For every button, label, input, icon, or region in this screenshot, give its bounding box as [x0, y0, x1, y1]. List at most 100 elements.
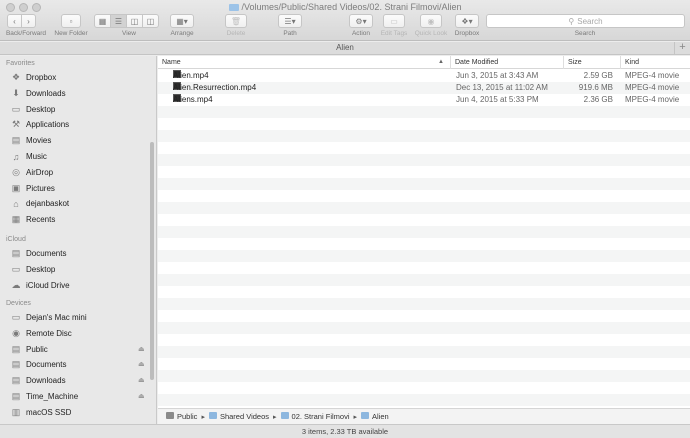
new-folder-icon: ▫	[69, 16, 73, 26]
quick-look-button[interactable]: ◉	[420, 14, 442, 28]
sidebar-item-favorites-1[interactable]: ⬇ Downloads	[11, 87, 65, 100]
file-date: Dec 13, 2015 at 11:02 AM	[456, 83, 548, 92]
row-stripe	[158, 226, 690, 238]
path-button[interactable]: ☰▾	[278, 14, 302, 28]
quick-look-label: Quick Look	[414, 30, 448, 37]
action-button[interactable]: ⚙▾	[349, 14, 373, 28]
file-size: 2.59 GB	[583, 71, 613, 80]
search-input[interactable]: ⚲ Search	[486, 14, 685, 28]
sidebar-item-devices-0[interactable]: ▭ Dejan's Mac mini	[11, 311, 87, 324]
path-separator-icon: ▸	[201, 413, 205, 421]
sidebar-item-label: Public	[26, 344, 48, 354]
sidebar-item-icloud-1[interactable]: ▭ Desktop	[11, 263, 56, 276]
path-label: Path	[283, 30, 297, 37]
recents-icon: ▦	[11, 214, 21, 225]
file-row[interactable]: Aliens.mp4 Jun 4, 2015 at 5:33 PM 2.36 GB M…	[158, 94, 690, 106]
dropbox-button[interactable]: ❖▾	[455, 14, 479, 28]
file-row[interactable]: Alien.Resurrection.mp4 Dec 13, 2015 at 11…	[158, 82, 690, 94]
tag-icon: ▭	[390, 16, 398, 26]
edit-tags-button[interactable]: ▭	[383, 14, 405, 28]
dropbox-label: Dropbox	[454, 30, 480, 37]
sidebar-item-label: Movies	[26, 136, 52, 146]
forward-button[interactable]: ›	[21, 14, 36, 28]
sidebar-item-favorites-2[interactable]: ▭ Desktop	[11, 103, 56, 116]
tab-alien[interactable]: Alien	[336, 43, 354, 52]
eject-icon[interactable]: ⏏	[138, 392, 145, 400]
sidebar-item-favorites-4[interactable]: ▤ Movies	[11, 134, 52, 147]
sidebar-item-label: Recents	[26, 215, 56, 225]
file-row[interactable]: Alien.mp4 Jun 3, 2015 at 3:43 AM 2.59 GB MP…	[158, 70, 690, 82]
sidebar-item-label: Pictures	[26, 183, 55, 193]
row-stripe	[158, 190, 690, 202]
sidebar-item-favorites-7[interactable]: ▣ Pictures	[11, 182, 55, 195]
row-stripe	[158, 262, 690, 274]
sidebar-scrollbar[interactable]	[150, 142, 154, 380]
sidebar-item-favorites-3[interactable]: ⚒ Applications	[11, 118, 69, 131]
row-stripe	[158, 334, 690, 346]
sidebar-item-devices-4[interactable]: ▤ Downloads	[11, 374, 66, 387]
sidebar-item-label: Dropbox	[26, 73, 57, 82]
row-stripe	[158, 274, 690, 286]
folder-icon	[228, 4, 239, 11]
column-size[interactable]: Size	[563, 56, 620, 69]
network-drive-icon: ▤	[11, 375, 21, 386]
column-kind[interactable]: Kind	[620, 56, 690, 69]
folder-icon	[280, 412, 289, 419]
back-forward-control: ‹ ›	[7, 14, 36, 28]
sidebar-item-icloud-2[interactable]: ☁ iCloud Drive	[11, 279, 70, 292]
back-button[interactable]: ‹	[7, 14, 22, 28]
column-name[interactable]: Name ▲	[158, 56, 450, 69]
path-segment[interactable]: Alien	[361, 412, 389, 421]
row-stripe	[158, 310, 690, 322]
airdrop-icon: ◎	[12, 166, 20, 177]
grid-icon: ▦	[98, 16, 107, 26]
arrange-button[interactable]: ▦▾	[170, 14, 194, 28]
path-segment[interactable]: Public	[166, 412, 197, 421]
toolbar: /Volumes/Public/Shared Videos/02. Strani…	[0, 0, 690, 41]
row-stripe	[158, 322, 690, 334]
sidebar-item-icloud-0[interactable]: ▤ Documents	[11, 247, 67, 260]
sidebar-item-devices-5[interactable]: ▤ Time_Machine	[11, 390, 78, 403]
sidebar-item-favorites-5[interactable]: ♫ Music	[11, 150, 47, 163]
network-drive-icon	[166, 412, 174, 419]
delete-button[interactable]: 🗑	[225, 14, 247, 28]
sidebar-item-favorites-0[interactable]: ❖ Dropbox	[11, 71, 56, 84]
sidebar-item-devices-6[interactable]: ▥ macOS SSD	[11, 406, 72, 419]
file-name: Alien.Resurrection.mp4	[173, 83, 257, 92]
file-size: 919.6 MB	[578, 83, 613, 92]
search-placeholder: Search	[577, 16, 603, 26]
sidebar-item-favorites-6[interactable]: ◎ AirDrop	[11, 166, 53, 179]
row-stripe	[158, 394, 690, 406]
path-segment[interactable]: Shared Videos	[208, 412, 270, 421]
sidebar-section-favorites: Favorites	[6, 60, 35, 67]
file-list: Name ▲ Date Modified Size Kind Alien.mp4 J…	[158, 56, 690, 408]
column-view-button[interactable]: ◫	[126, 14, 143, 28]
list-view-button[interactable]: ☰	[110, 14, 127, 28]
sidebar-item-favorites-8[interactable]: ⌂ dejanbaskot	[11, 197, 69, 210]
search-icon: ⚲	[568, 16, 575, 26]
path-bar: Public ▸ Shared Videos ▸ 02. Strani Filmovi ▸…	[158, 408, 690, 424]
icloud-icon: ☁	[11, 279, 21, 290]
icon-view-button[interactable]: ▦	[94, 14, 111, 28]
eject-icon[interactable]: ⏏	[138, 360, 145, 368]
music-icon: ♫	[12, 151, 20, 162]
column-date-modified[interactable]: Date Modified	[450, 56, 563, 69]
window-title: /Volumes/Public/Shared Videos/02. Strani…	[0, 2, 690, 12]
new-folder-button[interactable]: ▫	[61, 14, 81, 28]
sidebar-item-favorites-9[interactable]: ▦ Recents	[11, 213, 56, 226]
eject-icon[interactable]: ⏏	[138, 345, 145, 353]
list-icon: ☰	[114, 16, 123, 26]
sidebar-item-devices-2[interactable]: ▤ Public	[11, 343, 48, 356]
sidebar-item-devices-3[interactable]: ▤ Documents	[11, 358, 67, 371]
eject-icon[interactable]: ⏏	[138, 376, 145, 384]
column-size-label: Size	[568, 59, 582, 66]
sidebar-item-devices-1[interactable]: ◉ Remote Disc	[11, 327, 72, 340]
path-segment-label: Shared Videos	[219, 412, 270, 421]
gallery-view-button[interactable]: ◫	[142, 14, 159, 28]
row-stripe	[158, 166, 690, 178]
new-tab-button[interactable]: +	[674, 42, 690, 54]
network-drive-icon: ▤	[11, 391, 21, 401]
path-segment[interactable]: 02. Strani Filmovi	[280, 412, 349, 421]
row-stripe	[158, 286, 690, 298]
sidebar-item-label: Music	[26, 152, 47, 161]
